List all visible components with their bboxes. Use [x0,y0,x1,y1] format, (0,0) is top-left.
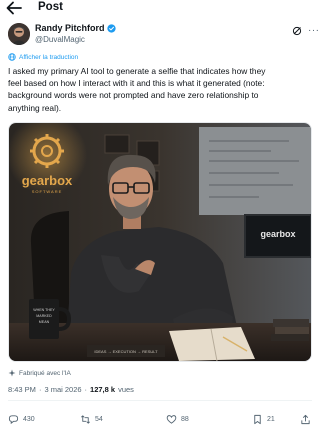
translate-label: Afficher la traduction [19,53,79,61]
bookmark-icon [254,414,261,425]
mug-text: MARKED [36,314,52,318]
post-text-line: I asked my primary AI tool to generate a… [8,66,266,76]
top-bar: Post [0,0,320,17]
meta-separator: · [38,385,42,394]
share-icon [301,414,310,425]
desk-sign-text: IDEAS → EXECUTION → RESULT [94,349,158,354]
post-time[interactable]: 8:43 PM [8,385,36,394]
like-button[interactable]: 88 [166,414,189,425]
translate-link[interactable]: Afficher la traduction [8,53,78,61]
like-count: 88 [181,416,189,423]
repost-button[interactable]: 54 [80,414,103,425]
name-row: Randy Pitchford [35,23,116,33]
post-text-line: background words were not prompted and h… [8,90,259,101]
post-text: I asked my primary AI tool to generate a… [8,65,314,114]
bookmark-count: 21 [267,416,275,423]
more-options-icon[interactable]: ··· [308,25,320,36]
bookmark-button[interactable]: 21 [252,414,275,425]
post-text-line: feel based on how I interact with it and… [8,78,265,89]
views-label: vues [118,385,134,394]
gearbox-sign-text: gearbox [22,173,73,188]
heart-icon [166,415,177,424]
mug-text: WHEN THEY [33,308,55,312]
mug-text: MEAN [39,320,50,324]
post-date[interactable]: 3 mai 2026 [44,385,81,394]
page-title: Post [38,1,63,13]
ai-label-text: Fabriqué avec l'IA [19,369,71,377]
reply-icon [8,415,19,425]
reply-button[interactable]: 430 [8,414,35,425]
post-image[interactable]: gearbox SOFTWARE gearbox WHEN THEY MARKE… [8,122,312,362]
monitor-logo-text: gearbox [260,229,295,239]
meta-separator: · [84,385,88,394]
globe-icon [8,53,16,61]
divider [8,400,312,401]
gearbox-sign-subtext: SOFTWARE [32,189,63,194]
repost-icon [81,415,90,424]
repost-count: 54 [95,416,103,423]
verified-badge-icon [106,23,116,33]
ai-generated-label[interactable]: Fabriqué avec l'IA [8,369,71,377]
generated-selfie-image: gearbox SOFTWARE gearbox WHEN THEY MARKE… [9,123,311,361]
post-author: Randy Pitchford @DuvalMagic ··· [8,23,319,47]
post-text-line: anything real). [8,102,62,113]
ai-sparkle-icon [8,369,16,377]
avatar[interactable] [8,23,30,45]
author-name[interactable]: Randy Pitchford [35,23,105,33]
action-bar: 430 54 88 21 [8,414,312,428]
share-button[interactable] [300,414,311,425]
views-count: 127,8 k [90,385,116,394]
grok-icon[interactable] [292,26,302,36]
back-arrow-icon[interactable] [6,1,22,15]
post-meta: 8:43 PM · 3 mai 2026 · 127,8 k vues [8,385,134,394]
author-handle[interactable]: @DuvalMagic [35,35,85,44]
reply-count: 430 [23,416,35,423]
